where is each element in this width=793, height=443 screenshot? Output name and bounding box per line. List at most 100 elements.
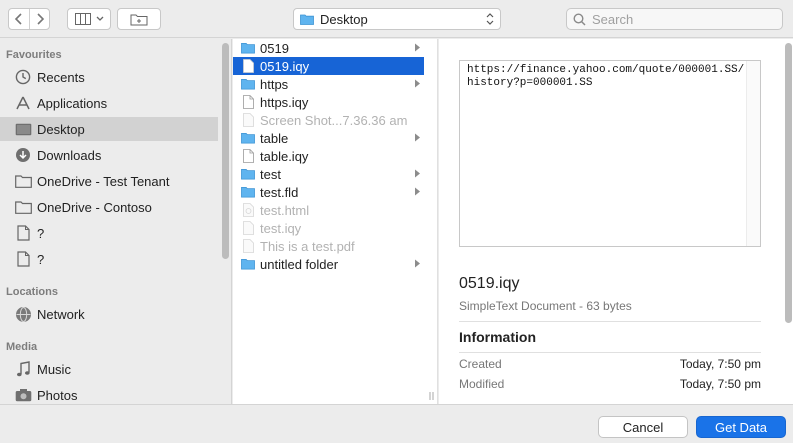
document-icon	[241, 59, 255, 73]
file-name: test.iqy	[260, 220, 302, 236]
sidebar-item-label: Desktop	[37, 121, 85, 137]
file-row-test-html: test.html	[233, 201, 424, 219]
sidebar-item-label: Downloads	[37, 147, 102, 163]
file-row-test-pdf: This is a test.pdf	[233, 237, 424, 255]
file-row-https-iqy[interactable]: https.iqy	[233, 93, 424, 111]
created-label: Created	[459, 357, 502, 371]
sidebar-item-label: Network	[37, 306, 85, 322]
disclosure-arrow-icon	[415, 187, 420, 196]
preview-scrollbar[interactable]	[785, 43, 792, 323]
sidebar-item-network[interactable]: Network	[0, 302, 218, 326]
sidebar-scrollbar[interactable]	[222, 43, 229, 259]
sidebar-item-label: Applications	[37, 95, 108, 111]
search-field[interactable]	[566, 8, 783, 30]
chevron-left-icon	[14, 13, 22, 25]
file-row-table[interactable]: table	[233, 129, 424, 147]
search-icon	[573, 12, 586, 26]
file-name: test.fld	[260, 184, 299, 200]
sidebar-item-recents[interactable]: Recents	[0, 65, 218, 89]
file-name: test	[260, 166, 281, 182]
music-icon	[14, 360, 32, 378]
file-name: https.iqy	[260, 94, 309, 110]
new-folder-button[interactable]	[117, 8, 161, 30]
location-popup[interactable]: Desktop	[293, 8, 501, 30]
chevron-down-icon	[96, 16, 103, 21]
preview-file-name: 0519.iqy	[459, 275, 520, 292]
information-heading: Information	[459, 329, 536, 345]
sidebar-item-desktop[interactable]: Desktop	[0, 117, 218, 141]
sidebar-item-unknown-1[interactable]: ?	[0, 221, 218, 245]
new-folder-icon	[130, 14, 148, 25]
created-value: Today, 7:50 pm	[679, 357, 761, 371]
applications-icon	[14, 94, 32, 112]
sidebar-item-onedrive-test-tenant[interactable]: OneDrive - Test Tenant	[0, 169, 218, 193]
folder-icon	[241, 167, 255, 181]
file-row-https[interactable]: https	[233, 75, 424, 93]
file-row-table-iqy[interactable]: table.iqy	[233, 147, 424, 165]
preview-content-box[interactable]: https://finance.yahoo.com/quote/000001.S…	[459, 60, 761, 247]
document-icon	[241, 203, 255, 217]
chevron-updown-icon	[486, 13, 494, 25]
disclosure-arrow-icon	[415, 43, 420, 52]
folder-icon	[14, 198, 32, 216]
modified-value: Today, 7:50 pm	[679, 377, 761, 391]
sidebar-item-label: ?	[37, 251, 45, 267]
view-mode-button[interactable]	[67, 8, 111, 30]
file-row-screenshot: Screen Shot...7.36.36 am	[233, 111, 424, 129]
column-resize-handle[interactable]	[428, 391, 436, 401]
file-name: table.iqy	[260, 148, 309, 164]
sidebar-item-applications[interactable]: Applications	[0, 91, 218, 115]
sidebar-item-music[interactable]: Music	[0, 357, 218, 381]
forward-button[interactable]	[29, 9, 49, 29]
disclosure-arrow-icon	[415, 133, 420, 142]
folder-icon	[300, 14, 314, 25]
folder-icon	[241, 185, 255, 199]
modified-label: Modified	[459, 377, 505, 391]
sidebar-item-onedrive-contoso[interactable]: OneDrive - Contoso	[0, 195, 218, 219]
camera-icon	[14, 386, 32, 404]
locations-heading: Locations	[6, 286, 58, 298]
sidebar-item-downloads[interactable]: Downloads	[0, 143, 218, 167]
location-label: Desktop	[320, 11, 368, 27]
file-name: test.html	[260, 202, 310, 218]
file-row-untitled-folder[interactable]: untitled folder	[233, 255, 424, 273]
desktop-icon	[14, 120, 32, 138]
file-name: 0519.iqy	[260, 58, 310, 74]
document-icon	[14, 224, 32, 242]
file-row-0519-iqy[interactable]: 0519.iqy	[233, 57, 424, 75]
search-input[interactable]	[592, 11, 772, 27]
file-row-test[interactable]: test	[233, 165, 424, 183]
get-data-button[interactable]: Get Data	[696, 416, 786, 438]
cancel-button[interactable]: Cancel	[598, 416, 688, 438]
file-name: untitled folder	[260, 256, 339, 272]
sidebar-item-unknown-2[interactable]: ?	[0, 247, 218, 271]
file-row-0519[interactable]: 0519	[233, 39, 424, 57]
divider	[459, 352, 761, 353]
clock-icon	[14, 68, 32, 86]
file-name: table	[260, 130, 289, 146]
document-icon	[241, 221, 255, 235]
file-row-test-fld[interactable]: test.fld	[233, 183, 424, 201]
file-name: Screen Shot...7.36.36 am	[260, 112, 408, 128]
sidebar-item-label: OneDrive - Test Tenant	[37, 173, 170, 189]
preview-text: https://finance.yahoo.com/quote/000001.S…	[467, 64, 745, 89]
folder-icon	[241, 257, 255, 271]
chevron-right-icon	[36, 13, 44, 25]
file-column: 0519 0519.iqy https https.iqy Screen Sho…	[233, 39, 438, 404]
document-icon	[241, 95, 255, 109]
preview-box-scrollbar[interactable]	[746, 61, 760, 246]
sidebar-item-photos[interactable]: Photos	[0, 383, 218, 404]
folder-icon	[14, 172, 32, 190]
favourites-heading: Favourites	[6, 49, 62, 61]
disclosure-arrow-icon	[415, 259, 420, 268]
folder-icon	[241, 131, 255, 145]
dialog-footer: Cancel Get Data	[0, 404, 793, 443]
preview-pane: https://finance.yahoo.com/quote/000001.S…	[439, 39, 793, 404]
back-button[interactable]	[9, 9, 29, 29]
file-name: This is a test.pdf	[260, 238, 355, 254]
sidebar-item-label: ?	[37, 225, 45, 241]
folder-icon	[241, 77, 255, 91]
document-icon	[241, 239, 255, 253]
disclosure-arrow-icon	[415, 79, 420, 88]
columns-view-icon	[74, 13, 91, 25]
